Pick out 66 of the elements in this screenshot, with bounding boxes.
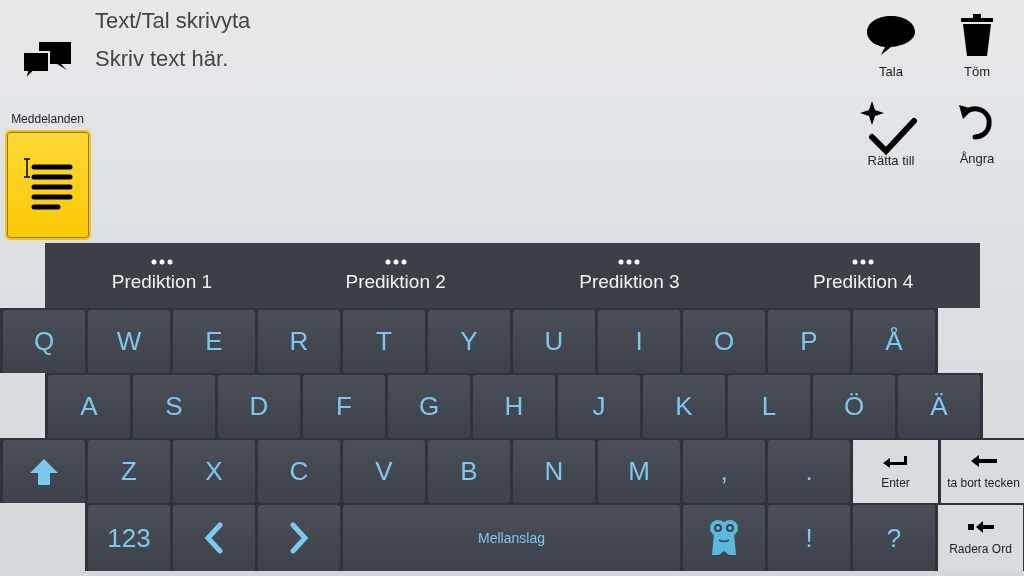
enter-key[interactable]: Enter [853, 440, 938, 503]
key[interactable]: Q [3, 310, 85, 373]
speak-button[interactable]: Tala [848, 12, 934, 99]
key[interactable]: L [728, 375, 810, 438]
text-area[interactable]: Skriv text här. [95, 46, 848, 72]
key[interactable]: S [133, 375, 215, 438]
key[interactable]: A [48, 375, 130, 438]
space-key[interactable]: Mellanslag [343, 505, 680, 571]
prediction[interactable]: Prediktion 1 [45, 243, 279, 308]
key[interactable]: . [768, 440, 850, 503]
key[interactable]: N [513, 440, 595, 503]
key[interactable]: , [683, 440, 765, 503]
mascot-key[interactable] [683, 505, 765, 571]
messages-button[interactable] [6, 132, 89, 238]
right-arrow-key[interactable] [258, 505, 340, 571]
messages-label: Meddelanden [11, 112, 84, 126]
chevron-left-icon [204, 522, 224, 554]
prediction[interactable]: Prediktion 2 [278, 243, 513, 308]
key[interactable]: V [343, 440, 425, 503]
more-icon [150, 258, 173, 265]
key[interactable]: X [173, 440, 255, 503]
delete-word-key[interactable]: Radera Ord [938, 505, 1023, 571]
key[interactable]: E [173, 310, 255, 373]
key[interactable]: M [598, 440, 680, 503]
clear-button[interactable]: Töm [934, 12, 1020, 99]
backspace-key[interactable]: ta bort tecken [941, 440, 1024, 503]
key[interactable]: G [388, 375, 470, 438]
key[interactable]: Y [428, 310, 510, 373]
key[interactable]: ? [853, 505, 935, 571]
key[interactable]: Z [88, 440, 170, 503]
up-arrow-icon [29, 457, 59, 486]
shift-key[interactable] [3, 440, 85, 503]
key[interactable]: Å [853, 310, 935, 373]
key[interactable]: T [343, 310, 425, 373]
key[interactable]: Ö [813, 375, 895, 438]
key[interactable]: Ä [898, 375, 980, 438]
area-title: Text/Tal skrivyta [95, 8, 252, 34]
key[interactable]: F [303, 375, 385, 438]
key[interactable]: B [428, 440, 510, 503]
key[interactable]: C [258, 440, 340, 503]
correct-button[interactable]: Rätta till [848, 99, 934, 186]
key[interactable]: W [88, 310, 170, 373]
mascot-icon [707, 519, 741, 557]
chevron-right-icon [289, 522, 309, 554]
key[interactable]: I [598, 310, 680, 373]
key[interactable]: P [768, 310, 850, 373]
enter-arrow-icon [881, 453, 910, 468]
prediction[interactable]: Prediktion 3 [512, 243, 747, 308]
delete-word-icon [966, 520, 995, 534]
key[interactable]: K [643, 375, 725, 438]
key[interactable]: 123 [88, 505, 170, 571]
more-icon [618, 258, 641, 265]
key[interactable]: U [513, 310, 595, 373]
key[interactable]: H [473, 375, 555, 438]
key[interactable]: R [258, 310, 340, 373]
key[interactable]: J [558, 375, 640, 438]
key[interactable]: O [683, 310, 765, 373]
more-icon [384, 258, 407, 265]
more-icon [852, 258, 875, 265]
text-lines-icon [21, 157, 74, 213]
left-arrow-icon [969, 453, 998, 468]
prediction[interactable]: Prediktion 4 [746, 243, 980, 308]
key[interactable]: D [218, 375, 300, 438]
undo-button[interactable]: Ångra [934, 99, 1020, 186]
key[interactable]: ! [768, 505, 850, 571]
left-arrow-key[interactable] [173, 505, 255, 571]
